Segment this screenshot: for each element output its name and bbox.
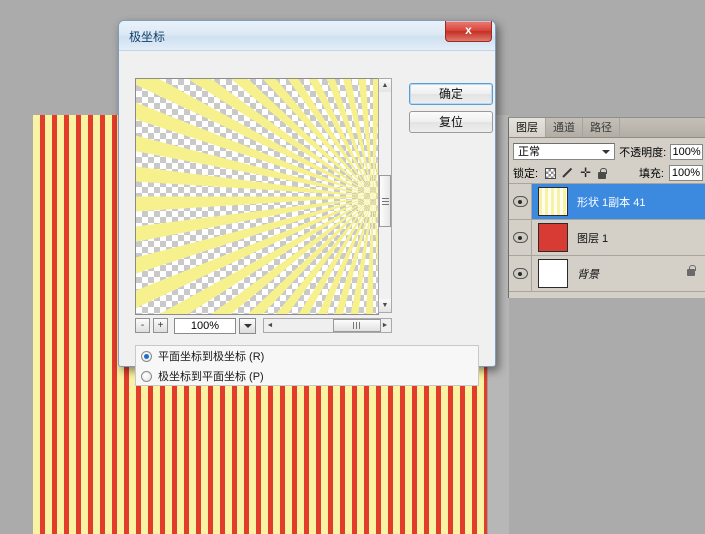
layer-visibility-toggle[interactable]: [509, 184, 532, 219]
tab-layers[interactable]: 图层: [509, 118, 546, 137]
lock-all-icon[interactable]: [598, 167, 607, 179]
blend-mode-value: 正常: [518, 146, 540, 158]
preview-vertical-scrollbar[interactable]: ▲ ▼: [378, 78, 392, 313]
tab-paths[interactable]: 路径: [583, 118, 620, 137]
layer-name: 图层 1: [577, 232, 609, 245]
blend-mode-select[interactable]: 正常: [513, 143, 616, 160]
radio-polar-to-rect-label: 极坐标到平面坐标 (P): [158, 371, 264, 383]
photoshop-screen: 图层 通道 路径 正常 不透明度: 100% 锁定: ✛ 填充: 100% 形状…: [0, 0, 705, 534]
chevron-down-icon: [602, 150, 611, 154]
conversion-options-group: 平面坐标到极坐标 (R) 极坐标到平面坐标 (P): [135, 345, 479, 386]
blend-mode-row: 正常 不透明度: 100%: [509, 138, 705, 163]
scroll-grip-icon: [356, 322, 358, 329]
zoom-dropdown-button[interactable]: [239, 317, 256, 334]
chevron-down-icon: [243, 323, 252, 328]
scroll-left-icon[interactable]: ◄: [264, 319, 276, 332]
scroll-down-icon[interactable]: ▼: [379, 299, 391, 312]
layer-visibility-toggle[interactable]: [509, 220, 532, 255]
layer-name: 形状 1副本 41: [577, 196, 646, 209]
radio-polar-to-rect-row[interactable]: 极坐标到平面坐标 (P): [136, 366, 478, 386]
dialog-body: ▲ ▼ - + 100% ◄ ► 确定 复位 平面坐标到极坐标 (R) 极坐标到…: [119, 50, 495, 386]
layer-visibility-toggle[interactable]: [509, 256, 532, 291]
lock-label: 锁定:: [513, 168, 539, 180]
horizontal-scroll-thumb[interactable]: [332, 319, 381, 332]
vertical-scroll-thumb[interactable]: [379, 175, 391, 227]
preview-horizontal-scrollbar[interactable]: ◄ ►: [263, 318, 392, 333]
layer-name: 背景: [577, 268, 599, 281]
scroll-up-icon[interactable]: ▲: [379, 79, 391, 92]
layer-list: 形状 1副本 41 图层 1 背景: [509, 184, 705, 292]
polar-coordinates-dialog: 极坐标 x ▲ ▼ - + 100% ◄ ► 确定 复位 平面坐标到极坐标 (R…: [118, 20, 496, 386]
layer-thumbnail[interactable]: [538, 259, 568, 288]
opacity-label: 不透明度:: [619, 146, 667, 159]
dialog-title-bar[interactable]: 极坐标 x: [119, 21, 495, 51]
eye-icon: [512, 232, 528, 243]
close-icon[interactable]: x: [445, 21, 492, 42]
lock-transparency-icon[interactable]: [545, 167, 557, 179]
zoom-out-button[interactable]: -: [135, 318, 150, 333]
eye-icon: [512, 196, 528, 207]
zoom-in-button[interactable]: +: [153, 318, 168, 333]
filter-preview[interactable]: [135, 78, 379, 315]
radio-rect-to-polar-row[interactable]: 平面坐标到极坐标 (R): [136, 346, 478, 366]
fill-input[interactable]: 100%: [669, 165, 703, 181]
preview-zoom-controls: - + 100% ◄ ►: [135, 317, 392, 334]
opacity-input[interactable]: 100%: [670, 143, 703, 160]
preview-sunburst-image: [136, 79, 378, 314]
layer-thumbnail[interactable]: [538, 223, 568, 252]
reset-button[interactable]: 复位: [409, 111, 493, 133]
lock-icon-group: ✛: [545, 166, 607, 179]
layer-row[interactable]: 背景: [509, 256, 705, 292]
radio-polar-to-rect[interactable]: [141, 370, 152, 382]
scroll-grip-icon: [381, 200, 389, 202]
ok-button[interactable]: 确定: [409, 83, 493, 105]
dialog-title: 极坐标: [129, 30, 166, 44]
lock-row: 锁定: ✛ 填充: 100%: [509, 163, 705, 184]
layer-row[interactable]: 图层 1: [509, 220, 705, 256]
fill-label: 填充:: [638, 168, 664, 180]
tab-channels[interactable]: 通道: [546, 118, 583, 137]
layer-lock-icon: [687, 265, 696, 276]
lock-paint-brush-icon[interactable]: [562, 167, 574, 179]
radio-rect-to-polar-label: 平面坐标到极坐标 (R): [158, 351, 265, 363]
panel-tab-strip: 图层 通道 路径: [509, 118, 705, 138]
scroll-right-icon[interactable]: ►: [379, 319, 391, 332]
eye-icon: [512, 268, 528, 279]
layers-panel: 图层 通道 路径 正常 不透明度: 100% 锁定: ✛ 填充: 100% 形状…: [508, 117, 705, 298]
tab-strip-filler: [620, 118, 705, 137]
layer-row[interactable]: 形状 1副本 41: [509, 184, 705, 220]
zoom-level-value[interactable]: 100%: [174, 317, 236, 334]
layer-thumbnail[interactable]: [538, 187, 568, 216]
lock-move-icon[interactable]: ✛: [580, 166, 592, 179]
radio-rect-to-polar[interactable]: [141, 350, 152, 362]
